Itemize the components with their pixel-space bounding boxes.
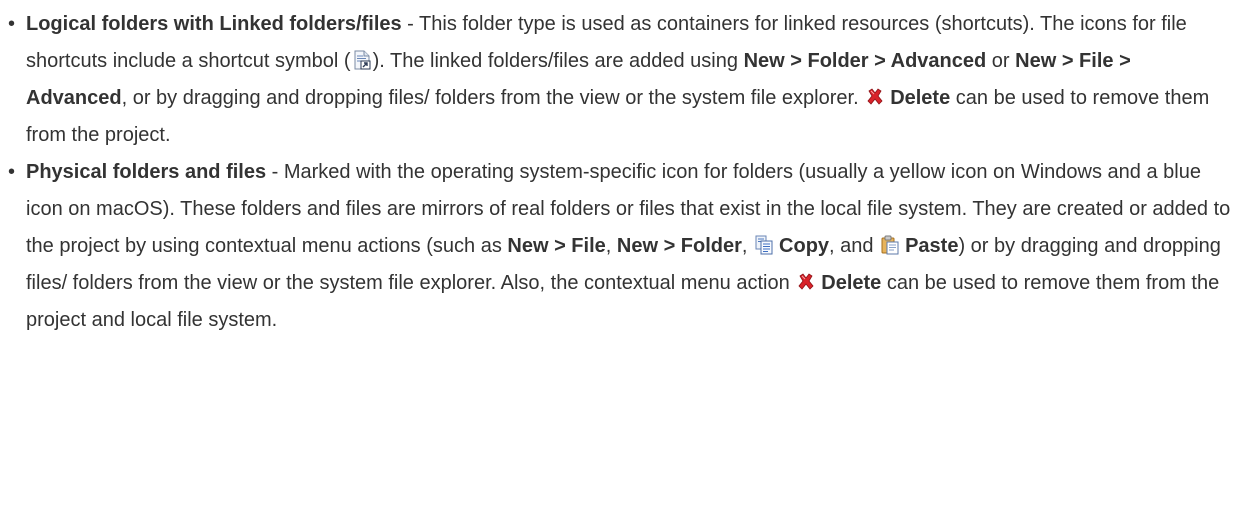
item-title: Logical folders with Linked folders/file… (26, 13, 402, 35)
bullet-list: • Logical folders with Linked folders/fi… (4, 6, 1234, 339)
paste-icon (881, 235, 899, 255)
list-item: • Logical folders with Linked folders/fi… (4, 6, 1234, 154)
item-title: Physical folders and files (26, 161, 267, 183)
list-item: • Physical folders and files - Marked wi… (4, 154, 1234, 339)
delete-icon (866, 87, 884, 107)
bullet: • (8, 161, 16, 183)
bullet: • (8, 13, 16, 35)
file-shortcut-icon (353, 50, 371, 70)
delete-icon (797, 272, 815, 292)
document-body: • Logical folders with Linked folders/fi… (0, 0, 1248, 339)
copy-icon (755, 235, 773, 255)
